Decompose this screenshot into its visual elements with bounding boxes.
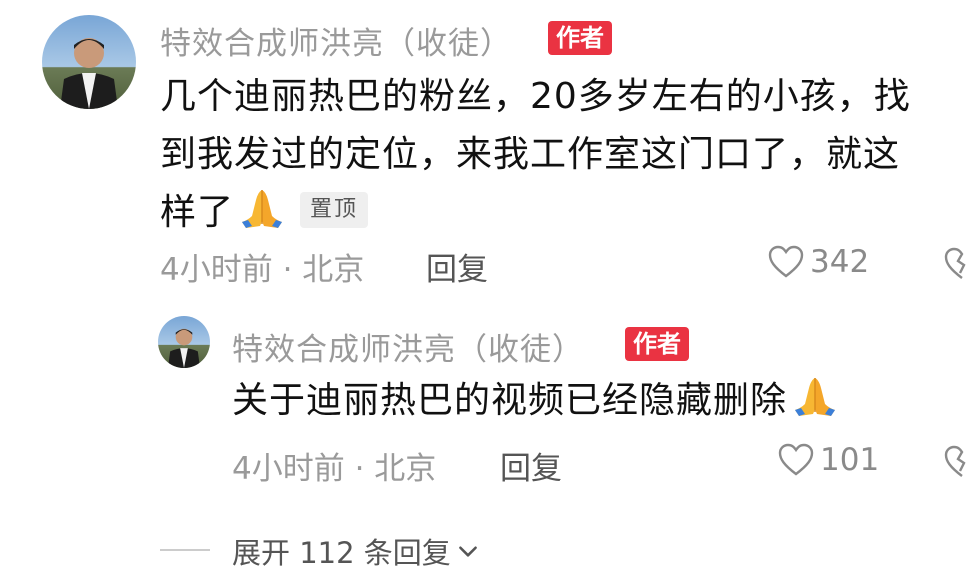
reply-text-content: 关于迪丽热巴的视频已经隐藏删除 (232, 380, 788, 421)
folded-hands-icon (238, 186, 286, 230)
reply-avatar[interactable] (158, 316, 210, 368)
reply-username[interactable]: 特效合成师洪亮（收徒） (232, 324, 584, 369)
reply-button[interactable]: 回复 (426, 244, 488, 289)
comment-username[interactable]: 特效合成师洪亮（收徒） (160, 18, 512, 63)
expand-replies-label: 展开 112 条回复 (232, 536, 451, 570)
comment-text-line: 几个迪丽热巴的粉丝，20多岁左右的小孩，找 (160, 76, 911, 117)
folded-hands-icon (791, 374, 839, 418)
reply-text: 关于迪丽热巴的视频已经隐藏删除 (232, 372, 839, 430)
avatar-photo (60, 38, 118, 109)
dislike-button[interactable] (944, 445, 975, 483)
like-button[interactable]: 342 (768, 244, 869, 280)
comment-meta: 4小时前 · 北京 (160, 252, 365, 288)
comment-text-line: 到我发过的定位，来我工作室这门口了，就这 (160, 134, 901, 175)
heart-icon (768, 245, 804, 278)
reply-meta: 4小时前 · 北京 (232, 451, 437, 487)
heart-icon (778, 443, 814, 476)
like-button[interactable]: 101 (778, 442, 879, 478)
expand-replies-button[interactable]: 展开 112 条回复 (232, 530, 481, 572)
author-badge: 作者 (548, 21, 612, 55)
dislike-button[interactable] (944, 247, 975, 285)
chevron-down-icon (458, 546, 477, 557)
pinned-badge: 置顶 (300, 192, 369, 228)
comment-text-line: 样了 置顶 (160, 184, 960, 242)
divider (160, 549, 210, 551)
avatar-photo (167, 328, 201, 368)
reply-button[interactable]: 回复 (500, 443, 562, 488)
broken-heart-icon (944, 247, 966, 279)
author-badge: 作者 (625, 327, 689, 361)
avatar[interactable] (42, 15, 136, 109)
like-count: 101 (820, 442, 880, 478)
like-count: 342 (810, 244, 870, 280)
comment-text-line-end: 样了 (160, 192, 235, 233)
comment-text: 几个迪丽热巴的粉丝，20多岁左右的小孩，找 到我发过的定位，来我工作室这门口了，… (160, 68, 960, 242)
broken-heart-icon (944, 445, 966, 477)
